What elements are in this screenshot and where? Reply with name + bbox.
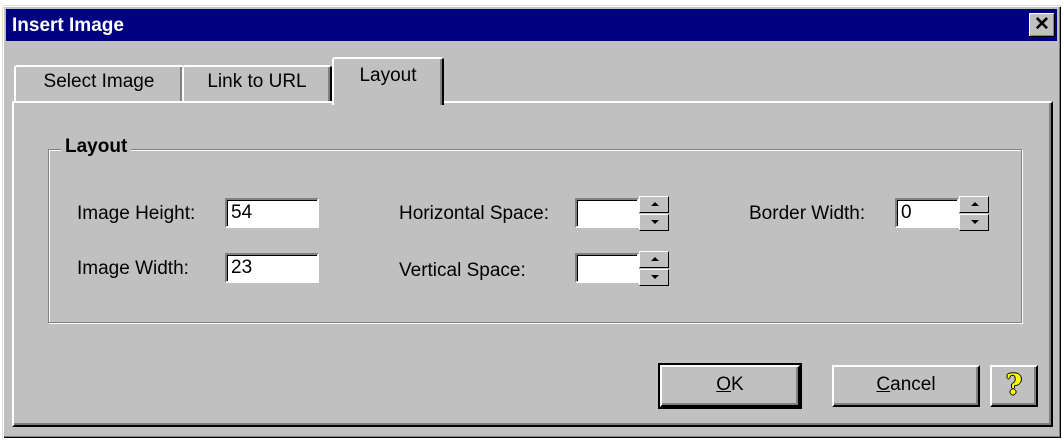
image-width-label: Image Width: [77, 258, 189, 279]
ok-button[interactable]: OK [658, 363, 802, 409]
arrow-down-icon [651, 275, 659, 279]
group-title: Layout [61, 136, 132, 158]
layout-tab-panel: Layout Image Height: Image Width: Horizo… [12, 101, 1053, 427]
spin-down-button[interactable] [639, 269, 669, 286]
tab-select-image[interactable]: Select Image [14, 65, 184, 103]
tab-label: Select Image [43, 71, 155, 92]
vertical-space-spinner [639, 251, 669, 287]
arrow-up-icon [971, 202, 979, 206]
cancel-mnemonic: C [876, 374, 891, 395]
tab-label: Layout [359, 65, 417, 86]
arrow-up-icon [651, 202, 659, 206]
horizontal-space-input[interactable] [575, 198, 639, 228]
ok-label-rest: K [731, 374, 744, 395]
tab-label: Link to URL [207, 71, 307, 92]
spin-up-button[interactable] [639, 196, 669, 213]
title-bar[interactable]: Insert Image ✕ [6, 9, 1057, 41]
question-mark-icon: ? [1005, 368, 1023, 401]
ok-mnemonic: O [716, 374, 732, 395]
cancel-button[interactable]: Cancel [832, 365, 980, 407]
border-width-label: Border Width: [749, 203, 866, 224]
arrow-down-icon [971, 220, 979, 224]
tab-layout[interactable]: Layout [332, 57, 444, 105]
vertical-space-label: Vertical Space: [399, 260, 526, 281]
dialog-title: Insert Image [12, 15, 124, 36]
close-button[interactable]: ✕ [1029, 13, 1055, 37]
layout-groupbox: Layout Image Height: Image Width: Horizo… [48, 136, 1022, 323]
horizontal-space-label: Horizontal Space: [399, 203, 549, 224]
border-width-input[interactable] [895, 198, 959, 228]
tab-link-to-url[interactable]: Link to URL [182, 65, 332, 103]
image-height-label: Image Height: [77, 203, 196, 224]
image-height-input[interactable] [225, 198, 319, 228]
spin-down-button[interactable] [959, 214, 989, 231]
spin-up-button[interactable] [959, 196, 989, 213]
spin-up-button[interactable] [639, 251, 669, 268]
spin-down-button[interactable] [639, 214, 669, 231]
image-width-input[interactable] [225, 253, 319, 283]
cancel-label-rest: ancel [890, 374, 936, 395]
insert-image-dialog: Insert Image ✕ Select Image Link to URL … [2, 5, 1061, 438]
arrow-down-icon [651, 220, 659, 224]
help-button[interactable]: ? [990, 365, 1038, 407]
close-icon: ✕ [1034, 14, 1050, 35]
arrow-up-icon [651, 257, 659, 261]
vertical-space-input[interactable] [575, 253, 639, 283]
horizontal-space-spinner [639, 196, 669, 232]
border-width-spinner [959, 196, 989, 232]
